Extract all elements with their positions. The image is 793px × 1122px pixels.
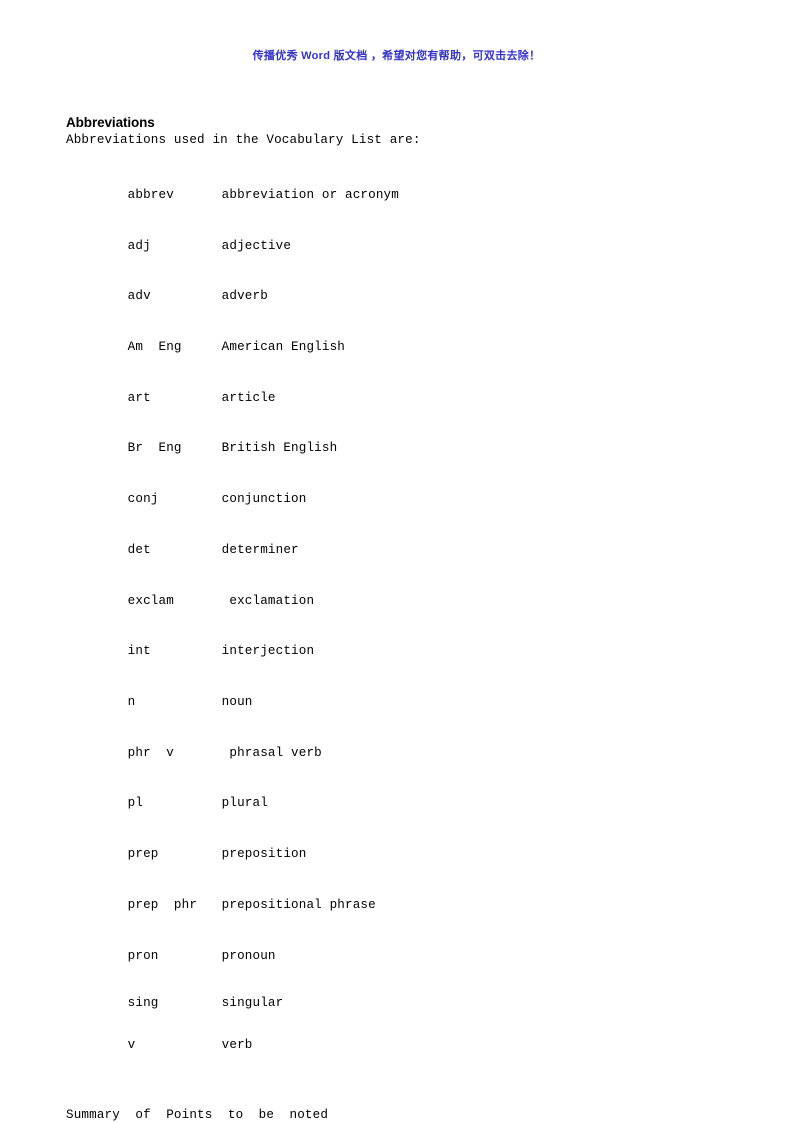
abbreviation-row: det determiner [66,525,726,576]
abbreviation-definition: adjective [221,238,292,253]
abbreviation-definition: conjunction [221,492,307,507]
abbreviation-definition: exclamation [221,593,315,608]
abbreviation-definition: singular [221,995,284,1010]
abbreviation-row: pl plural [66,779,726,830]
abbreviation-definition: American English [221,339,345,354]
abbreviation-definition: British English [221,441,338,456]
abbreviation-definition: interjection [221,644,315,659]
abbreviation-term: exclam [127,593,174,608]
abbreviations-list: abbrev abbreviation or acronym adj adjecti… [66,170,726,1067]
abbreviation-definition: verb [221,1038,253,1053]
abbreviation-term: pron [127,948,159,963]
abbreviation-row: art article [66,373,726,424]
abbreviation-row: n noun [66,677,726,728]
abbreviation-term: det [127,542,151,557]
abbreviation-row: sing singular [66,981,726,1024]
abbreviation-row: conj conjunction [66,474,726,525]
abbreviation-term: pl [127,796,144,811]
intro-line: Abbreviations used in the Vocabulary Lis… [66,133,421,147]
abbreviation-row: prep preposition [66,829,726,880]
abbreviation-definition: plural [221,796,268,811]
promo-watermark-text: 传播优秀 Word 版文档 ，希望对您有帮助，可双击去除！ [252,50,541,62]
abbreviation-definition: determiner [221,542,299,557]
abbreviation-row: adj adjective [66,221,726,272]
abbreviation-term: adj [127,238,151,253]
document-body: Abbreviations Abbreviations used in the … [66,115,726,1122]
abbreviation-row: pron pronoun [66,931,726,982]
abbreviation-term: sing [127,995,159,1010]
abbreviation-term: n [127,695,136,709]
abbreviation-term: phr v [127,745,174,760]
abbreviation-term: abbrev [127,187,174,202]
abbreviation-term: int [127,644,151,659]
abbreviation-term: adv [127,289,151,304]
abbreviation-definition: prepositional phrase [221,897,376,912]
abbreviation-row: prep phr prepositional phrase [66,880,726,931]
abbreviation-term: prep [127,847,159,862]
abbreviation-term: Am Eng [127,339,182,354]
abbreviation-term: Br Eng [127,441,182,456]
abbreviation-row: int interjection [66,626,726,677]
abbreviation-term: conj [127,492,159,507]
abbreviation-row: exclam exclamation [66,576,726,627]
abbreviation-definition: noun [221,695,253,709]
summary-heading: Summary of Points to be noted [66,1107,329,1122]
abbreviation-definition: article [221,390,276,405]
abbreviation-term: art [127,390,151,405]
abbreviation-definition: phrasal verb [221,745,322,760]
abbreviation-row: adv adverb [66,271,726,322]
document-page: 传播优秀 Word 版文档 ，希望对您有帮助，可双击去除！ Abbreviati… [0,0,793,1122]
abbreviation-row: Am Eng American English [66,322,726,373]
abbreviation-row: v verb [66,1024,726,1067]
abbreviation-definition: pronoun [221,948,276,963]
abbreviation-term: v [127,1038,136,1053]
abbreviation-definition: adverb [221,289,268,304]
page-title: Abbreviations [66,115,155,130]
abbreviation-row: abbrev abbreviation or acronym [66,170,726,221]
abbreviation-row: Br Eng British English [66,424,726,475]
abbreviation-definition: abbreviation or acronym [221,187,399,202]
abbreviation-term: prep phr [127,897,198,912]
abbreviation-definition: preposition [221,847,307,862]
abbreviation-row: phr v phrasal verb [66,728,726,779]
